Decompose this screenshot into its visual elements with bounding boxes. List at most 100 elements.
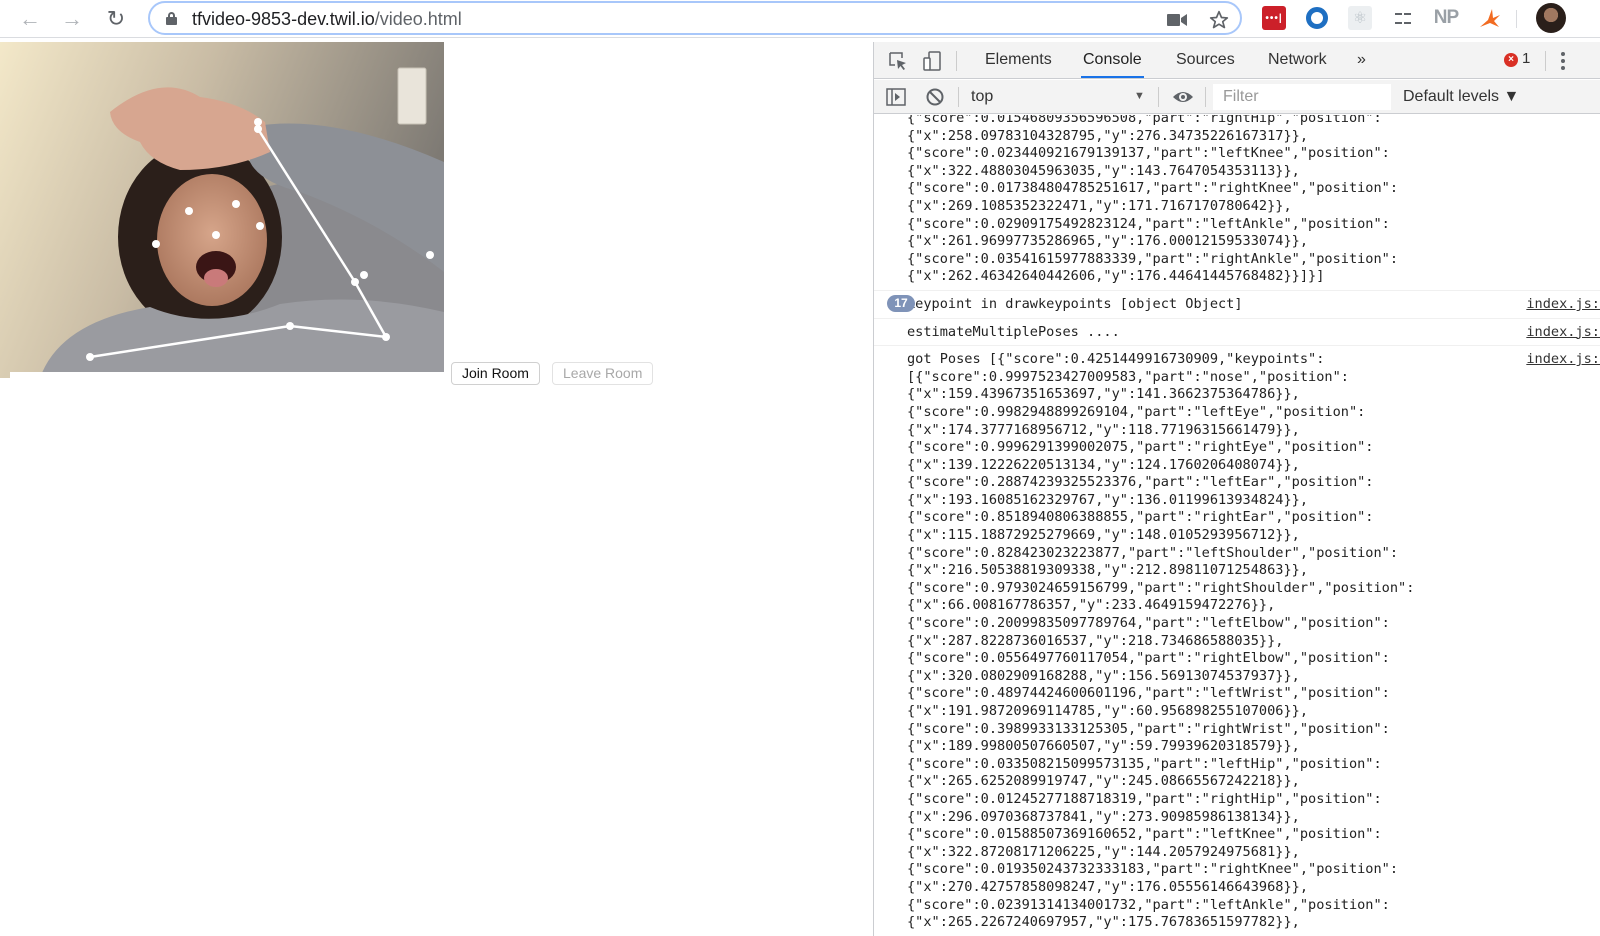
console-line: got Poses [{"score":0.4251449916730909,"… — [907, 351, 1325, 368]
console-line: {"score":0.03541615977883339,"part":"rig… — [907, 250, 1399, 267]
toolbar-separator — [1516, 10, 1517, 28]
console-line: {"score":0.3989933133125305,"part":"righ… — [907, 720, 1390, 737]
console-line: {"x":216.50538819309338,"y":212.89811071… — [907, 562, 1309, 579]
leave-room-button[interactable]: Leave Room — [552, 362, 654, 385]
console-line: {"x":174.3777168956712,"y":118.771963156… — [907, 421, 1300, 438]
source-link[interactable]: index.js: — [1526, 324, 1600, 340]
error-count[interactable]: 1 — [1522, 50, 1530, 67]
grid-extension-icon[interactable] — [1395, 10, 1411, 26]
arrow-left-icon: ← — [19, 6, 41, 31]
back-button[interactable]: ← — [17, 6, 43, 32]
keypoint-rightShoulder — [86, 353, 94, 361]
clear-console-icon[interactable] — [925, 87, 945, 107]
lock-icon — [166, 12, 177, 25]
more-tabs-button[interactable]: » — [1355, 42, 1368, 78]
np-extension-icon[interactable]: NP — [1434, 6, 1459, 30]
devtools-tabbar: Elements Console Sources Network » × 1 — [874, 42, 1600, 79]
console-sidebar-icon[interactable] — [886, 87, 906, 107]
console-line: {"score":0.28874239325523376,"part":"lef… — [907, 474, 1374, 491]
keypoint-leftShoulder — [286, 322, 294, 330]
live-expression-eye-icon[interactable] — [1172, 87, 1193, 107]
keypoint-rightElbow — [426, 251, 434, 259]
keypoint-rightWrist — [254, 125, 262, 133]
console-line: estimateMultiplePoses .... — [907, 323, 1120, 340]
url-path: /video.html — [374, 9, 462, 29]
console-line: {"x":258.09783104328795,"y":276.34735226… — [907, 127, 1309, 144]
profile-avatar[interactable] — [1536, 3, 1566, 33]
console-line: {"score":0.017384804785251617,"part":"ri… — [907, 180, 1399, 197]
console-line: {"x":322.48803045963035,"y":143.76470543… — [907, 162, 1300, 179]
tab-console[interactable]: Console — [1081, 42, 1144, 78]
console-line: {"x":139.12226220513134,"y":124.17602064… — [907, 456, 1300, 473]
url-text[interactable]: tfvideo-9853-dev.twil.io/video.html — [192, 9, 462, 30]
console-line: {"x":296.0970368737841,"y":273.909859861… — [907, 808, 1300, 825]
keypoint-leftWrist — [254, 118, 262, 126]
console-line: {"x":270.42757858098247,"y":176.05556146… — [907, 878, 1309, 895]
keypoint-leftEar — [256, 222, 264, 230]
console-line: {"score":0.8518940806388855,"part":"righ… — [907, 509, 1374, 526]
console-line: {"x":322.87208171206225,"y":144.20579249… — [907, 843, 1300, 860]
console-line: {"score":0.01546809356596508,"part":"rig… — [907, 115, 1382, 126]
console-line: {"score":0.48974424600601196,"part":"lef… — [907, 685, 1390, 702]
console-line: [{"score":0.9997523427009583,"part":"nos… — [907, 368, 1349, 385]
keypoint-rightEar — [152, 240, 160, 248]
console-line: {"score":0.9982948899269104,"part":"left… — [907, 403, 1366, 420]
source-link[interactable]: index.js: — [1526, 296, 1600, 312]
console-line: {"score":0.033508215099573135,"part":"le… — [907, 755, 1382, 772]
hare-extension-icon[interactable] — [1478, 6, 1502, 30]
camera-icon[interactable] — [1166, 9, 1188, 31]
page-content: Join Room Leave Room — [0, 42, 873, 936]
video-canvas — [0, 42, 444, 378]
console-filter-input[interactable] — [1213, 84, 1391, 110]
keypoint-rightHip — [382, 333, 390, 341]
console-line: {"x":191.98720969114785,"y":60.956898255… — [907, 703, 1309, 719]
console-line: {"score":0.02909175492823124,"part":"lef… — [907, 215, 1390, 232]
console-line: {"x":159.43967351653697,"y":141.36623753… — [907, 386, 1300, 403]
console-line: {"score":0.01245277188718319,"part":"rig… — [907, 790, 1382, 807]
console-line: {"score":0.02391314134001732,"part":"lef… — [907, 896, 1390, 913]
console-line: {"x":320.0802909168288,"y":156.569130745… — [907, 667, 1300, 684]
console-output: {"score":0.01546809356596508,"part":"rig… — [874, 115, 1600, 936]
react-devtools-icon[interactable]: ⚛ — [1348, 6, 1372, 30]
context-selector[interactable]: top — [971, 88, 993, 106]
url-host: tfvideo-9853-dev.twil.io — [192, 9, 375, 29]
console-line: {"x":261.96997735286965,"y":176.00012159… — [907, 233, 1309, 250]
console-line: {"score":0.9793024659156799,"part":"righ… — [907, 579, 1415, 596]
tab-sources[interactable]: Sources — [1174, 42, 1237, 78]
tab-elements[interactable]: Elements — [983, 42, 1054, 78]
inspect-element-icon[interactable] — [888, 51, 908, 71]
console-line: {"score":0.019350243732333183,"part":"ri… — [907, 861, 1399, 878]
log-levels-dropdown[interactable]: Default levels ▼ — [1403, 88, 1519, 106]
console-line: {"x":115.18872925279669,"y":148.01052939… — [907, 527, 1300, 544]
forward-button[interactable]: → — [59, 6, 85, 32]
device-toolbar-icon[interactable] — [922, 51, 942, 71]
console-line: {"x":265.6252089919747,"y":245.086655672… — [907, 773, 1300, 790]
keypoint-leftElbow — [360, 271, 368, 279]
console-line: {"score":0.9996291399002075,"part":"righ… — [907, 439, 1374, 456]
source-link[interactable]: index.js: — [1526, 351, 1600, 367]
console-line: keypoint in drawkeypoints [object Object… — [907, 295, 1243, 312]
bookmark-star-icon[interactable] — [1208, 9, 1230, 31]
tab-network[interactable]: Network — [1266, 42, 1329, 78]
devtools-menu-icon[interactable] — [1560, 52, 1566, 70]
reload-button[interactable]: ↻ — [103, 6, 129, 32]
address-bar[interactable]: tfvideo-9853-dev.twil.io/video.html — [148, 1, 1242, 35]
blue-ring-icon[interactable] — [1306, 7, 1328, 29]
console-line: {"score":0.01588507369160652,"part":"lef… — [907, 826, 1382, 843]
devtools-panel: Elements Console Sources Network » × 1 t… — [873, 42, 1600, 936]
console-line: {"x":269.1085352322471,"y":171.716717078… — [907, 197, 1292, 214]
error-icon[interactable]: × — [1504, 53, 1518, 67]
repeat-count-badge: 17 — [887, 294, 915, 312]
browser-toolbar: ← → ↻ tfvideo-9853-dev.twil.io/video.htm… — [0, 0, 1600, 38]
console-message: 17 keypoint in drawkeypoints [object Obje… — [874, 291, 1600, 319]
lastpass-icon[interactable]: •••| — [1262, 6, 1286, 30]
keypoint-nose — [212, 231, 220, 239]
console-line: {"x":265.2267240697957,"y":175.767836515… — [907, 914, 1300, 931]
console-line: {"score":0.20099835097789764,"part":"lef… — [907, 615, 1390, 632]
join-room-button[interactable]: Join Room — [451, 362, 540, 385]
keypoint-rightEye — [185, 207, 193, 215]
reload-icon: ↻ — [106, 6, 126, 31]
console-message: got Poses [{"score":0.4251449916730909,"… — [874, 346, 1600, 936]
context-dropdown-arrow[interactable]: ▼ — [1134, 90, 1145, 102]
console-line: {"x":287.8228736016537,"y":218.734686588… — [907, 632, 1284, 649]
